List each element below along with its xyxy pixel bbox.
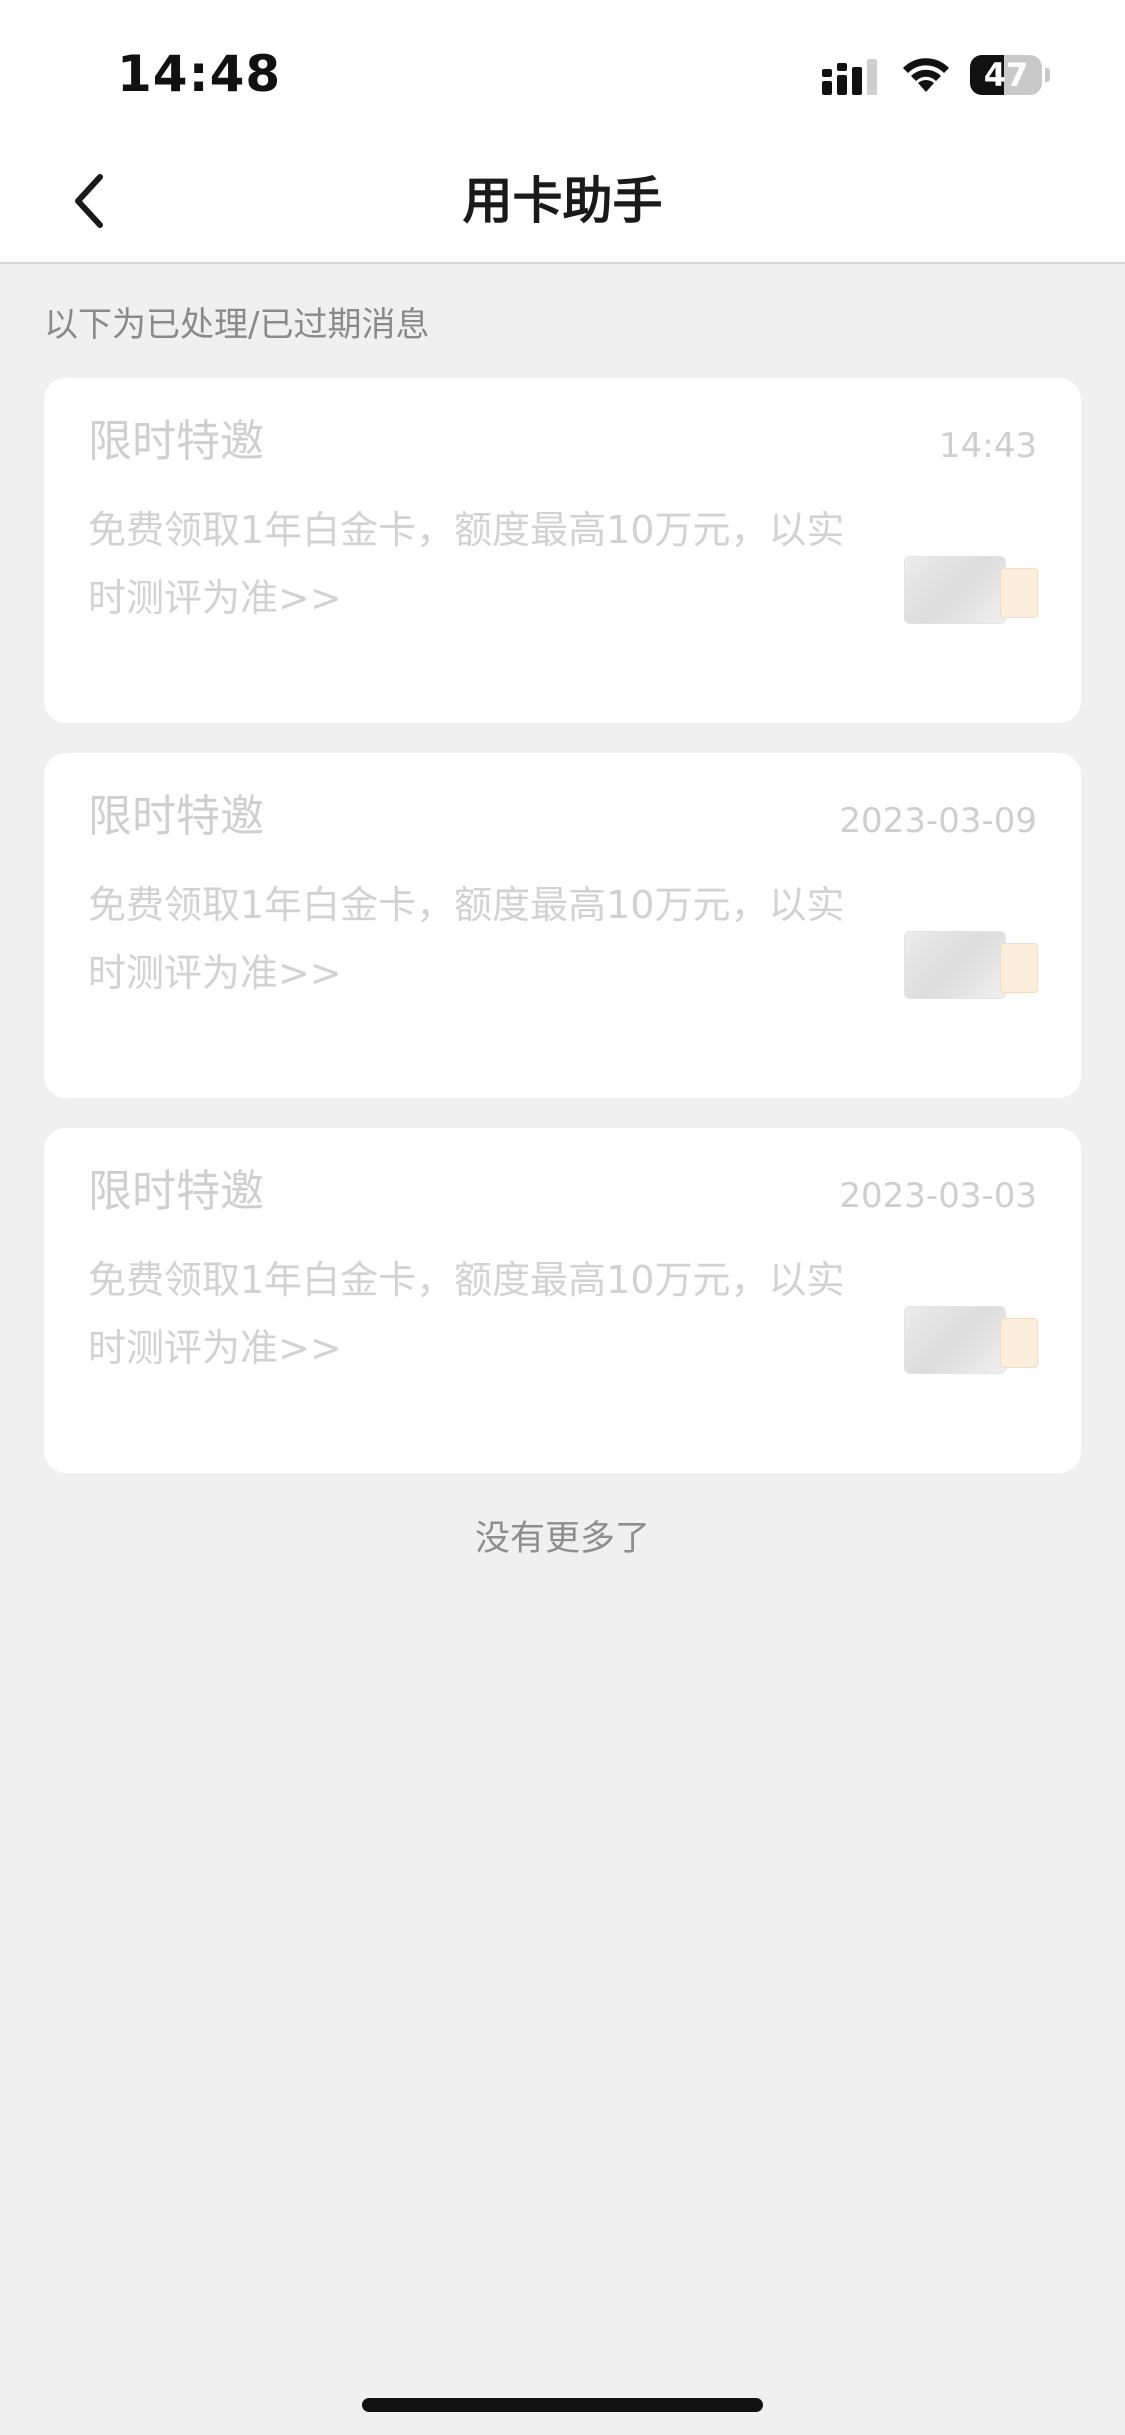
message-body: 免费领取1年白金卡，额度最高10万元，以实时测评为准>> [88,508,845,620]
cellular-signal-icon [822,59,877,95]
wifi-icon [903,58,949,92]
message-time: 2023-03-03 [839,1176,1037,1216]
credit-card-thumbnail [904,931,1039,1001]
message-title: 限时特邀 [88,1166,264,1217]
no-more-text: 没有更多了 [474,1519,650,1559]
credit-card-thumbnail [904,1306,1039,1376]
home-indicator[interactable] [362,2398,763,2412]
message-title: 限时特邀 [88,416,264,467]
message-card[interactable]: 限时特邀 2023-03-09 免费领取1年白金卡，额度最高10万元，以实时测评… [44,753,1081,1098]
message-time: 14:43 [939,426,1037,466]
status-time: 14:48 [117,45,282,103]
message-body: 免费领取1年白金卡，额度最高10万元，以实时测评为准>> [88,1258,845,1370]
battery-icon: 47 [970,55,1050,95]
nav-bar: 用卡助手 [0,140,1125,264]
message-time: 2023-03-09 [839,801,1037,841]
status-bar: 14:48 47 [0,0,1125,140]
credit-card-thumbnail [904,556,1039,626]
chevron-left-icon [75,174,103,228]
message-card[interactable]: 限时特邀 14:43 免费领取1年白金卡，额度最高10万元，以实时测评为准>> [44,378,1081,723]
battery-level: 47 [983,56,1029,94]
back-button[interactable] [60,168,120,234]
message-body: 免费领取1年白金卡，额度最高10万元，以实时测评为准>> [88,883,845,995]
message-card[interactable]: 限时特邀 2023-03-03 免费领取1年白金卡，额度最高10万元，以实时测评… [44,1128,1081,1473]
section-hint: 以下为已处理/已过期消息 [44,305,430,345]
message-title: 限时特邀 [88,791,264,842]
page-title: 用卡助手 [462,172,663,230]
